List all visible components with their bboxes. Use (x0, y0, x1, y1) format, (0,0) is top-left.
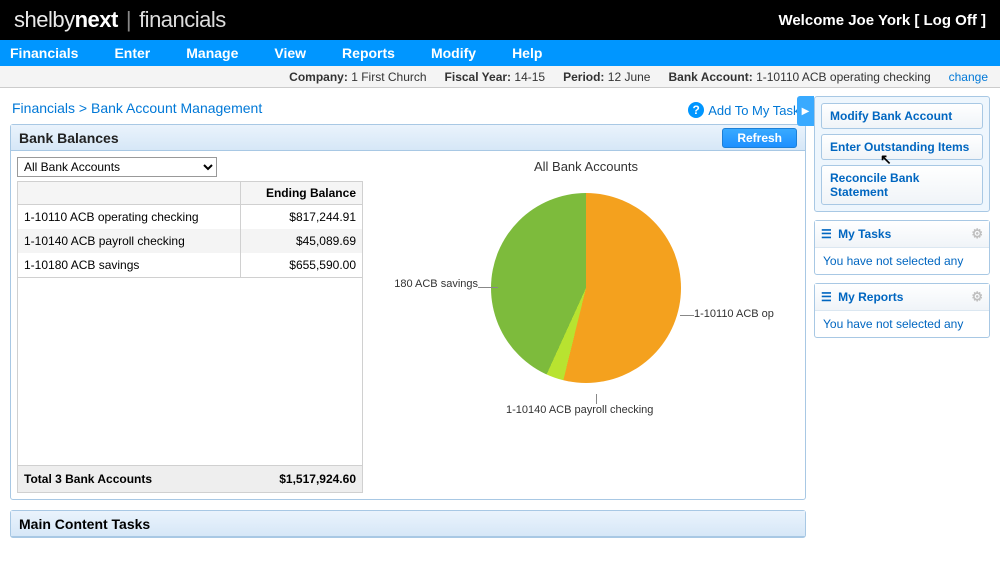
my-tasks-empty: You have not selected any (815, 248, 989, 274)
menu-manage[interactable]: Manage (186, 45, 238, 61)
main-column: Financials > Bank Account Management ? A… (10, 96, 806, 570)
side-column: ▶ Modify Bank Account Enter Outstanding … (814, 96, 990, 570)
panel-header: Bank Balances Refresh (11, 125, 805, 151)
context-bar: Company: 1 First Church Fiscal Year: 14-… (0, 66, 1000, 88)
table-row[interactable]: 1-10180 ACB savings $655,590.00 (18, 253, 363, 278)
collapse-sidebar-button[interactable]: ▶ (797, 96, 814, 126)
brand-p3: financials (139, 7, 226, 33)
list-icon: ☰ (821, 290, 832, 304)
brand-p2: next (75, 7, 118, 33)
breadcrumb: Financials > Bank Account Management (10, 96, 264, 124)
row-name: 1-10110 ACB operating checking (18, 205, 241, 230)
my-reports-section: ☰ My Reports ⚙ You have not selected any (814, 283, 990, 338)
breadcrumb-arrow: > (79, 100, 87, 116)
chevron-right-icon: ▶ (802, 106, 810, 117)
table-filler (17, 278, 363, 466)
logoff-link[interactable]: [ Log Off ] (914, 12, 986, 29)
ctx-fy: Fiscal Year: 14-15 (445, 70, 546, 84)
brand-p1: shelby (14, 7, 75, 33)
chart-title: All Bank Accounts (534, 159, 638, 174)
brand-logo: shelbynext | financials (14, 7, 226, 33)
modify-bank-account-button[interactable]: Modify Bank Account (821, 103, 983, 129)
total-value: $1,517,924.60 (279, 472, 356, 486)
main-content-tasks-panel: Main Content Tasks (10, 510, 806, 538)
ctx-change-link[interactable]: change (949, 70, 988, 84)
balances-total: Total 3 Bank Accounts $1,517,924.60 (17, 466, 363, 493)
my-reports-title: ☰ My Reports (821, 290, 903, 304)
col-ending-balance: Ending Balance (240, 182, 362, 205)
my-tasks-title: ☰ My Tasks (821, 227, 891, 241)
side-btn-label: Enter Outstanding Items (830, 140, 969, 154)
add-to-tasks-label: Add To My Tasks (708, 103, 806, 118)
ctx-company: Company: 1 First Church (289, 70, 426, 84)
row-balance: $817,244.91 (240, 205, 362, 230)
panel-title: Bank Balances (19, 130, 119, 146)
menu-modify[interactable]: Modify (431, 45, 476, 61)
row-name: 1-10180 ACB savings (18, 253, 241, 278)
welcome-text: Welcome Joe York (778, 12, 910, 29)
breadcrumb-root[interactable]: Financials (12, 100, 75, 116)
question-icon: ? (688, 102, 704, 118)
balances-left: All Bank Accounts Ending Balance 1-10110… (17, 157, 363, 493)
bank-balances-panel: Bank Balances Refresh All Bank Accounts … (10, 124, 806, 500)
list-icon: ☰ (821, 227, 832, 241)
brand-sep: | (126, 7, 131, 33)
my-reports-empty: You have not selected any (815, 311, 989, 337)
gear-icon[interactable]: ⚙ (971, 226, 983, 242)
welcome-block: Welcome Joe York [ Log Off ] (778, 12, 986, 29)
main-menu: Financials Enter Manage View Reports Mod… (0, 40, 1000, 66)
ctx-period: Period: 12 June (563, 70, 650, 84)
my-tasks-section: ☰ My Tasks ⚙ You have not selected any (814, 220, 990, 275)
side-actions-panel: Modify Bank Account Enter Outstanding It… (814, 96, 990, 212)
row-name: 1-10140 ACB payroll checking (18, 229, 241, 253)
table-row[interactable]: 1-10140 ACB payroll checking $45,089.69 (18, 229, 363, 253)
add-to-tasks[interactable]: ? Add To My Tasks (688, 102, 806, 118)
menu-financials[interactable]: Financials (10, 45, 78, 61)
reconcile-bank-statement-button[interactable]: Reconcile Bank Statement (821, 165, 983, 205)
gear-icon[interactable]: ⚙ (971, 289, 983, 305)
row-balance: $45,089.69 (240, 229, 362, 253)
topbar: shelbynext | financials Welcome Joe York… (0, 0, 1000, 40)
pie-chart: 180 ACB savings 1-10110 ACB op 1-10140 A… (486, 188, 686, 388)
breadcrumb-page: Bank Account Management (91, 100, 262, 116)
ctx-bankacct: Bank Account: 1-10110 ACB operating chec… (668, 70, 930, 84)
account-select[interactable]: All Bank Accounts (17, 157, 217, 177)
panel2-title: Main Content Tasks (11, 511, 805, 537)
enter-outstanding-items-button[interactable]: Enter Outstanding Items ↖ (821, 134, 983, 160)
pie-label-savings: 180 ACB savings (394, 278, 478, 290)
pie-label-operating: 1-10110 ACB op (694, 308, 774, 320)
balances-chart: All Bank Accounts 180 ACB savings 1-1011… (373, 157, 799, 493)
refresh-button[interactable]: Refresh (722, 128, 797, 148)
total-label: Total 3 Bank Accounts (24, 472, 152, 486)
col-account (18, 182, 241, 205)
menu-help[interactable]: Help (512, 45, 542, 61)
row-balance: $655,590.00 (240, 253, 362, 278)
menu-reports[interactable]: Reports (342, 45, 395, 61)
balances-table: Ending Balance 1-10110 ACB operating che… (17, 181, 363, 278)
pie-label-payroll: 1-10140 ACB payroll checking (506, 404, 653, 416)
pie-graphic (491, 193, 681, 383)
menu-enter[interactable]: Enter (114, 45, 150, 61)
table-row[interactable]: 1-10110 ACB operating checking $817,244.… (18, 205, 363, 230)
menu-view[interactable]: View (274, 45, 306, 61)
